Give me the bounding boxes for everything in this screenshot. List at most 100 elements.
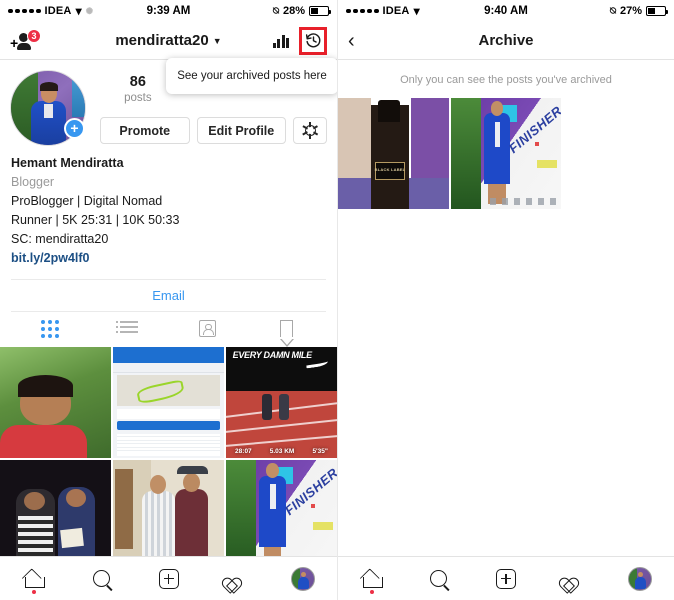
profile-tab[interactable] [607,557,674,600]
run-pace: 5'35" [312,447,328,455]
plus-square-icon [158,568,179,589]
bookmark-icon [279,320,294,347]
search-tab[interactable] [405,557,472,600]
activity-tab[interactable] [540,557,607,600]
add-post-tab[interactable] [135,557,202,600]
signal-dots-icon [346,8,379,14]
person-body [17,42,31,50]
avatar-icon [291,566,316,591]
archive-navbar: ‹ Archive [338,22,674,60]
profile-bio: Hemant Mendiratta Blogger ProBlogger | D… [0,146,337,268]
saved-tab[interactable] [247,312,326,347]
location-icon: ⍉ [609,5,616,17]
status-right: ⍉ 27% [609,5,668,17]
profile-action-buttons: Promote Edit Profile [100,117,327,144]
chevron-down-icon: ▼ [212,35,222,46]
profile-tabs [11,311,326,347]
add-user-icon[interactable]: + 3 [10,28,41,52]
post-running-app-screenshot[interactable] [113,347,224,458]
stat-posts[interactable]: 86 posts [100,73,176,105]
navbar-actions [272,26,327,55]
grid-icon [41,319,60,338]
screenshot-root: IDEA ▾ ✺ 9:39 AM ⍉ 28% + 3 mendiratta20 … [0,0,674,600]
location-icon: ⍉ [272,5,279,17]
bluetooth-icon: ✺ [85,5,94,16]
bar-chart-icon[interactable] [272,33,289,48]
requests-badge: 3 [27,28,41,43]
battery-icon [309,6,331,16]
wifi-icon: ▾ [75,4,82,18]
username-label: mendiratta20 [115,32,209,49]
carrier-label: IDEA [382,5,410,17]
promote-button[interactable]: Promote [100,117,190,144]
post-selfie-outdoors[interactable] [0,347,111,458]
posts-count: 86 [129,74,146,90]
list-tab[interactable] [90,312,169,345]
status-bar: IDEA ▾ 9:40 AM ⍉ 27% [338,0,674,22]
bottle-label-text: BLACK LABEL [374,166,406,172]
archive-clock-glyph [305,33,320,48]
grid-tab[interactable] [11,312,90,345]
run-distance: 5.03 KM [269,447,295,455]
edit-profile-button[interactable]: Edit Profile [196,117,286,144]
email-label: Email [152,288,185,303]
gear-icon [302,122,318,139]
add-post-tab[interactable] [472,557,539,600]
bio-line-2: Runner | 5K 25:31 | 10K 50:33 [11,213,180,227]
posts-label: posts [124,92,152,104]
archive-clock-icon[interactable] [299,26,327,55]
category-label: Blogger [11,175,55,189]
activity-tab[interactable] [202,557,269,600]
run-stats-overlay: 28:07 5.03 KM 5'35" [226,448,337,455]
tagged-person-icon [199,320,217,337]
post-finisher-banner[interactable]: FINISHER [226,460,337,571]
status-left: IDEA ▾ [346,5,420,17]
website-link[interactable]: bit.ly/2pw4lf0 [11,249,326,268]
tagged-tab[interactable] [169,312,248,345]
bio-line-3: SC: mendiratta20 [11,232,109,246]
profile-navbar: + 3 mendiratta20 ▼ [0,22,337,60]
battery-percent: 27% [619,5,642,17]
archived-post-finisher[interactable]: FINISHER [450,98,562,209]
home-icon [362,570,383,588]
search-tab[interactable] [67,557,134,600]
battery-icon [646,6,668,16]
post-night-group-photo[interactable] [0,460,111,571]
plus-square-icon [496,568,516,589]
bottom-tabbar [338,556,674,600]
settings-button[interactable] [293,117,327,144]
bottom-tabbar [0,556,337,600]
post-overlay-title: EVERY DAMN MILE [232,350,312,361]
search-icon [430,570,448,587]
signal-dots-icon [8,8,41,14]
search-icon [92,570,110,587]
bio-line-1: ProBlogger | Digital Nomad [11,194,163,208]
back-chevron-icon[interactable]: ‹ [348,31,355,51]
add-story-button[interactable]: + [64,118,85,139]
avatar[interactable]: + [10,70,86,146]
archive-empty-slot [563,98,674,209]
profile-tab[interactable] [270,557,337,600]
display-name: Hemant Mendiratta [11,156,124,170]
home-tab[interactable] [338,557,405,600]
status-left: IDEA ▾ ✺ [8,5,93,17]
wifi-icon: ▾ [413,4,420,18]
battery-percent: 28% [282,5,305,17]
phone-screen-profile: IDEA ▾ ✺ 9:39 AM ⍉ 28% + 3 mendiratta20 … [0,0,337,600]
email-button[interactable]: Email [11,279,326,311]
home-notification-dot [31,590,36,594]
avatar-icon [628,566,653,591]
archived-post-bottle[interactable]: BLACK LABEL [338,98,449,209]
phone-screen-archive: IDEA ▾ 9:40 AM ⍉ 27% ‹ Archive Only you … [337,0,674,600]
home-notification-dot [369,590,374,594]
archive-tooltip: See your archived posts here [166,58,337,94]
post-two-men-indoors[interactable] [113,460,224,571]
carrier-label: IDEA [44,5,72,17]
run-time: 28:07 [235,447,252,455]
heart-icon [226,570,246,588]
post-every-damn-mile[interactable]: EVERY DAMN MILE 28:07 5.03 KM 5'35" [226,347,337,458]
status-right: ⍉ 28% [272,5,331,17]
heart-icon [563,570,583,588]
home-tab[interactable] [0,557,67,600]
archive-note: Only you can see the posts you've archiv… [400,74,612,86]
